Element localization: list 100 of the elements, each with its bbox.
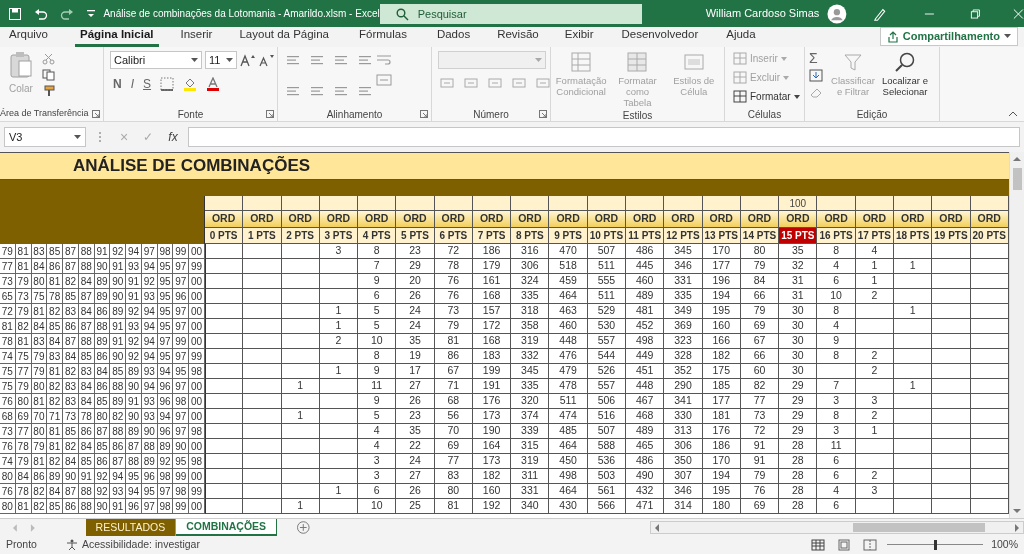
top-align-icon[interactable] xyxy=(286,54,300,66)
table-cell: 76 xyxy=(0,439,16,454)
menu-tab[interactable]: Revisão xyxy=(492,25,544,47)
menu-tab[interactable]: Fórmulas xyxy=(354,25,412,47)
font-color-icon[interactable] xyxy=(206,77,221,91)
save-icon[interactable] xyxy=(8,6,22,21)
sheet-tab[interactable]: RESULTADOS xyxy=(85,519,177,536)
add-sheet-icon[interactable] xyxy=(297,521,310,534)
launcher-icon[interactable] xyxy=(539,110,547,118)
collapse-ribbon-icon[interactable] xyxy=(1008,111,1018,117)
cells-button[interactable]: Formatar xyxy=(733,89,800,104)
name-box[interactable]: V3 xyxy=(4,127,86,147)
menu-tab[interactable]: Dados xyxy=(431,25,476,47)
table-cell: 84 xyxy=(740,274,780,289)
caret-icon xyxy=(783,75,789,80)
search-field[interactable]: Pesquisar xyxy=(379,3,642,24)
window-title: Análise de combinações da Lotomania - Amarildo.xlsm - Excel xyxy=(103,7,380,21)
wrap-text-icon[interactable] xyxy=(376,54,392,66)
column-header: 5 PTS xyxy=(396,228,435,244)
table-cell: 76 xyxy=(0,484,16,499)
formula-input[interactable] xyxy=(188,127,1020,147)
close-icon[interactable] xyxy=(1013,7,1024,20)
redo-icon[interactable] xyxy=(60,7,74,20)
table-cell: 81 xyxy=(47,439,64,454)
page-break-icon[interactable] xyxy=(863,539,878,551)
borders-icon[interactable] xyxy=(160,77,175,91)
menu-tab[interactable]: Ajuda xyxy=(721,25,761,47)
empty-cell xyxy=(243,289,282,304)
scroll-up-icon[interactable] xyxy=(1013,156,1021,162)
table-cell: 88 xyxy=(126,454,142,469)
format-painter-icon[interactable] xyxy=(42,85,56,97)
zoom-slider-thumb[interactable] xyxy=(934,540,938,550)
font-size-field[interactable]: 11 xyxy=(205,51,237,69)
scroll-down-icon[interactable] xyxy=(1013,508,1021,514)
table-cell: 87 xyxy=(110,454,127,469)
scroll-thumb[interactable] xyxy=(852,523,985,532)
table-cell: 72 xyxy=(740,424,780,439)
table-cell: 90 xyxy=(141,424,158,439)
normal-view-icon[interactable] xyxy=(811,539,826,551)
autosum-button[interactable]: Σ xyxy=(809,51,825,65)
editing-button[interactable]: Localizar e Selecionar xyxy=(881,51,929,107)
table-cell: 430 xyxy=(549,499,588,514)
table-cell: 170 xyxy=(702,244,741,259)
right-align-icon[interactable] xyxy=(334,84,348,97)
menu-tab[interactable]: Desenvolvedor xyxy=(616,25,704,47)
shrink-font-icon[interactable] xyxy=(259,53,275,67)
table-cell: 93 xyxy=(141,364,158,379)
grow-font-icon[interactable] xyxy=(240,53,256,67)
scroll-right-icon[interactable] xyxy=(1014,523,1020,532)
format-button[interactable]: S xyxy=(143,75,152,93)
font-name-field[interactable]: Calibri xyxy=(110,51,202,69)
menu-tab[interactable]: Arquivo xyxy=(4,25,53,47)
fill-color-icon[interactable] xyxy=(183,77,198,91)
table-cell: 94 xyxy=(141,259,158,274)
center-align-icon[interactable] xyxy=(310,84,324,97)
scroll-left-icon[interactable] xyxy=(653,523,660,532)
number-format-field[interactable] xyxy=(438,51,546,69)
table-cell: 85 xyxy=(78,454,95,469)
copy-icon[interactable] xyxy=(42,69,56,81)
insert-function-button[interactable]: fx xyxy=(162,128,184,146)
table-cell: 91 xyxy=(110,319,127,334)
empty-cell xyxy=(932,349,971,364)
share-button[interactable]: Compartilhamento xyxy=(879,27,1018,46)
restore-icon[interactable] xyxy=(970,7,982,20)
menu-tab[interactable]: Exibir xyxy=(559,25,599,47)
left-align-icon[interactable] xyxy=(286,84,300,97)
bottom-align-icon[interactable] xyxy=(334,54,348,66)
accessibility-button[interactable]: Acessibilidade: investigar xyxy=(82,537,200,553)
scroll-thumb[interactable] xyxy=(1012,168,1022,190)
scissors-icon[interactable] xyxy=(42,53,56,65)
avatar-icon[interactable] xyxy=(827,2,848,25)
table-cell: 98 xyxy=(157,469,174,484)
previous-sheet-icon[interactable] xyxy=(12,523,18,532)
table-cell: 97 xyxy=(157,334,174,349)
undo-icon[interactable] xyxy=(34,7,48,20)
format-button[interactable]: I xyxy=(130,75,134,93)
menu-tab[interactable]: Inserir xyxy=(175,25,218,47)
table-cell: 30 xyxy=(779,319,818,334)
customize-icon[interactable] xyxy=(86,8,96,19)
fill-down-icon[interactable] xyxy=(809,69,825,82)
launcher-icon[interactable] xyxy=(420,110,428,118)
table-cell: 67 xyxy=(740,334,780,349)
empty-cell xyxy=(319,409,359,424)
sheet-tab[interactable]: COMBINAÇÕES xyxy=(176,519,278,536)
column-header: ORD xyxy=(587,211,627,228)
middle-align-icon[interactable] xyxy=(310,54,324,66)
table-cell: 99 xyxy=(173,469,190,484)
column-header: 20 PTS xyxy=(970,228,1009,244)
accessibility-icon[interactable] xyxy=(66,539,78,551)
next-sheet-icon[interactable] xyxy=(29,523,36,532)
table-cell: 8 xyxy=(817,349,856,364)
page-layout-icon[interactable] xyxy=(837,539,852,551)
table-cell: 530 xyxy=(587,319,627,334)
indent-icon[interactable] xyxy=(358,84,372,97)
empty-cell xyxy=(970,394,1009,409)
table-cell: 97 xyxy=(173,259,190,274)
launcher-icon[interactable] xyxy=(92,110,100,118)
menu-tab[interactable]: Layout da Página xyxy=(234,25,334,47)
launcher-icon[interactable] xyxy=(266,110,274,118)
format-button[interactable]: N xyxy=(113,75,122,93)
